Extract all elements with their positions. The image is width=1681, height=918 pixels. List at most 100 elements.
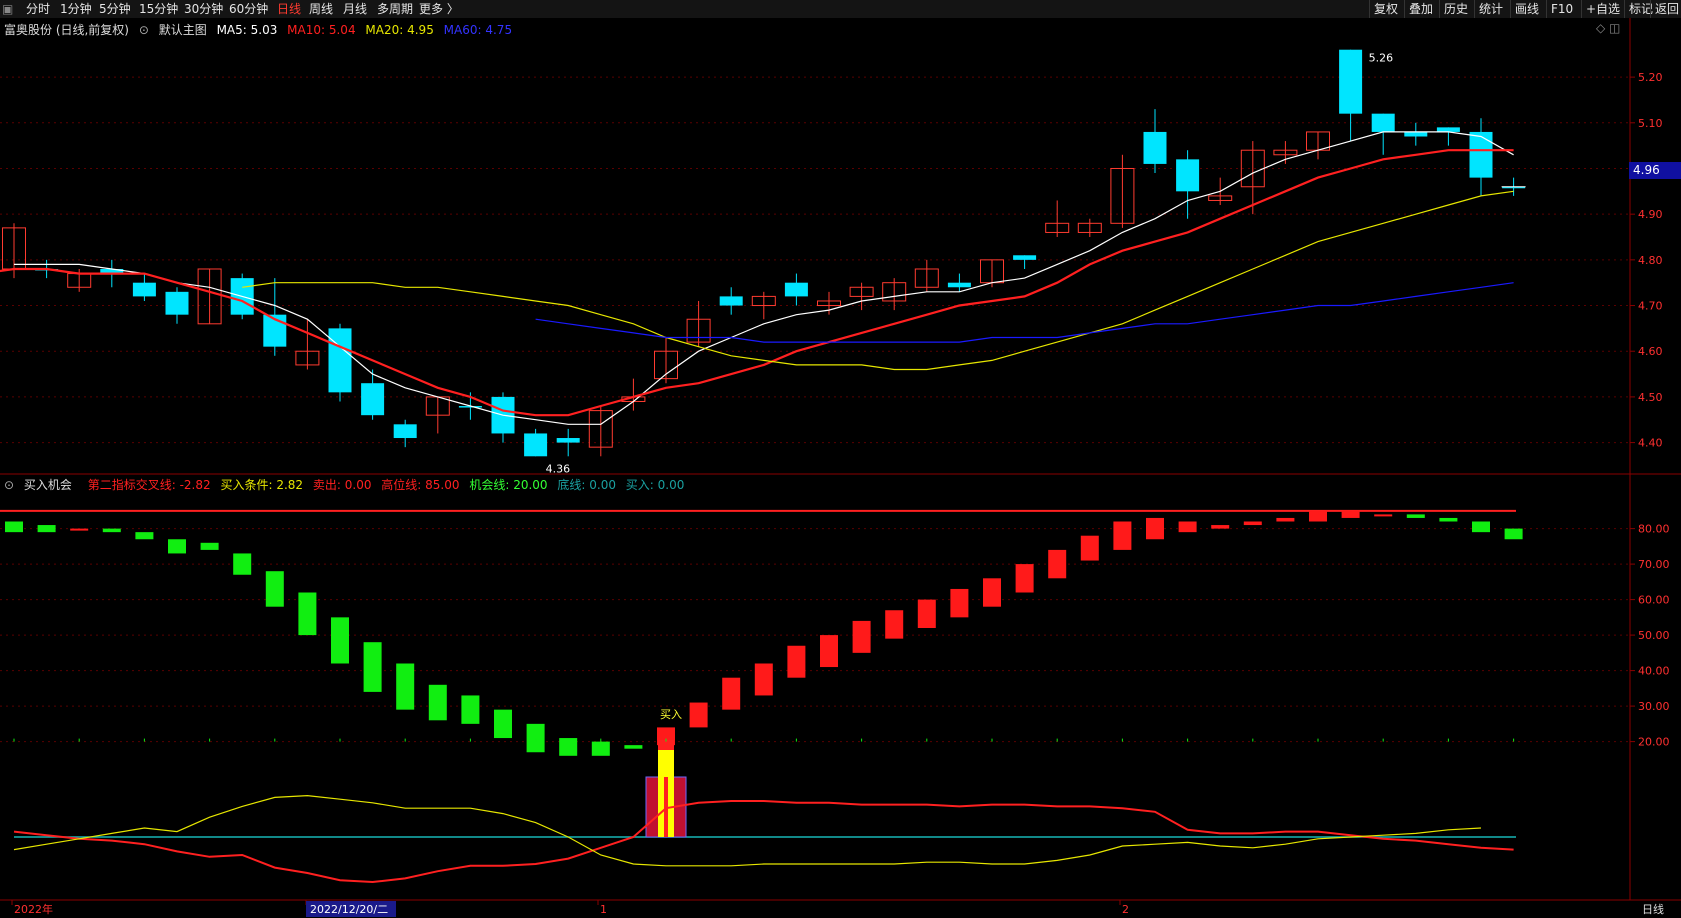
window-icons[interactable]: ◇ ◫ bbox=[1596, 21, 1620, 35]
ma10-label: MA10: 5.04 bbox=[287, 23, 356, 37]
indicator-bar bbox=[950, 588, 969, 618]
candle-body bbox=[1143, 131, 1167, 164]
y-tick-label: 40.00 bbox=[1638, 665, 1670, 678]
y-tick-label: 4.50 bbox=[1638, 391, 1663, 404]
indicator-bar bbox=[1341, 510, 1360, 518]
indicator-bar bbox=[1504, 528, 1523, 540]
indicator-bar bbox=[1276, 517, 1295, 522]
high-line-label: 高位线: 85.00 bbox=[381, 478, 460, 492]
candle-body bbox=[328, 328, 352, 393]
candle-body bbox=[1469, 131, 1493, 178]
y-tick-label: 4.80 bbox=[1638, 254, 1663, 267]
indicator-bar bbox=[820, 635, 838, 668]
ma-line-ma10 bbox=[0, 149, 1514, 417]
indicator-bar bbox=[1309, 510, 1327, 522]
sell-label: 卖出: 0.00 bbox=[312, 478, 372, 492]
ma-line-ma20 bbox=[242, 190, 1514, 371]
y-tick-label: 20.00 bbox=[1638, 736, 1670, 749]
indicator-bar bbox=[200, 542, 219, 550]
x-tick-label: 2 bbox=[1122, 903, 1129, 916]
y-tick-label: 4.60 bbox=[1638, 345, 1663, 358]
indicator-bar bbox=[787, 645, 806, 678]
indicator-bar bbox=[591, 741, 610, 756]
indicator-bar bbox=[102, 528, 121, 533]
indicator-bar bbox=[526, 723, 545, 753]
indicator-bar bbox=[1439, 517, 1458, 522]
indicator-bar bbox=[70, 528, 89, 531]
y-tick-label: 5.20 bbox=[1638, 71, 1663, 84]
buy-label: 买入: 0.00 bbox=[625, 478, 685, 492]
main-legend: 富奥股份 (日线,前复权) ⊙ 默认主图 MA5: 5.03 MA10: 5.0… bbox=[4, 21, 518, 38]
period-footer: 日线 bbox=[1642, 902, 1664, 916]
candle-body bbox=[1013, 255, 1037, 260]
x-cursor-label: 2022/12/20/二 bbox=[310, 903, 388, 916]
y-tick-label: 4.90 bbox=[1638, 208, 1663, 221]
candle-body bbox=[1371, 113, 1395, 132]
candle-body bbox=[947, 282, 971, 288]
y-tick-label: 80.00 bbox=[1638, 523, 1670, 536]
indicator-bar bbox=[722, 677, 741, 710]
ma-line-ma5 bbox=[14, 131, 1514, 425]
indicator-bar bbox=[168, 539, 186, 554]
chart-canvas: 4.404.504.604.704.804.905.005.105.205.26… bbox=[0, 18, 1681, 917]
y-tick-label: 60.00 bbox=[1638, 594, 1670, 607]
high-label: 5.26 bbox=[1369, 52, 1394, 65]
indicator-legend: ⊙ 买入机会 第二指标交叉线: -2.82 买入条件: 2.82 卖出: 0.0… bbox=[4, 476, 690, 493]
y-tick-label: 70.00 bbox=[1638, 558, 1670, 571]
indicator-bar bbox=[1243, 521, 1262, 526]
indicator-bar bbox=[396, 663, 415, 710]
template-name[interactable]: 默认主图 bbox=[159, 23, 207, 37]
y-tick-label: 4.70 bbox=[1638, 300, 1663, 313]
indicator-bar bbox=[233, 553, 252, 575]
indicator-bar bbox=[983, 578, 1001, 607]
candle-body bbox=[556, 438, 580, 443]
osc-line bbox=[13, 800, 1514, 884]
indicator-bar bbox=[135, 532, 154, 540]
candle-body bbox=[719, 296, 743, 306]
ma60-label: MA60: 4.75 bbox=[443, 23, 513, 37]
indicator-bar bbox=[852, 620, 871, 653]
indicator-bar bbox=[461, 695, 480, 724]
ma5-label: MA5: 5.03 bbox=[216, 23, 278, 37]
cross-line-label: 第二指标交叉线: -2.82 bbox=[87, 478, 211, 492]
y-tick-label: 50.00 bbox=[1638, 629, 1670, 642]
candle-body bbox=[132, 282, 156, 297]
candle-body bbox=[393, 424, 417, 439]
ma20-label: MA20: 4.95 bbox=[365, 23, 434, 37]
indicator-bar bbox=[1374, 514, 1393, 517]
y-tick-label: 30.00 bbox=[1638, 700, 1670, 713]
price-tag: 4.96 bbox=[1629, 162, 1681, 179]
indicator-bar bbox=[5, 521, 23, 533]
candle-body bbox=[524, 433, 548, 457]
indicator-bar bbox=[428, 684, 447, 721]
indicator-bar bbox=[1178, 521, 1197, 533]
indicator-bar bbox=[331, 617, 349, 664]
indicator-bar bbox=[885, 610, 904, 639]
indicator-bar bbox=[363, 642, 382, 692]
indicator-bar bbox=[1080, 535, 1099, 561]
stock-name[interactable]: 富奥股份 (日线,前复权) bbox=[4, 23, 129, 37]
indicator-toggle-icon[interactable]: ⊙ bbox=[4, 478, 14, 492]
indicator-bar bbox=[1015, 564, 1034, 593]
y-tick-label: 4.40 bbox=[1638, 437, 1663, 450]
buy-signal-label: 买入 bbox=[660, 708, 682, 721]
bottom-line-label: 底线: 0.00 bbox=[557, 478, 616, 492]
template-icon[interactable]: ⊙ bbox=[139, 23, 149, 37]
indicator-bar bbox=[624, 745, 643, 749]
indicator-bar bbox=[559, 738, 578, 756]
candle-body bbox=[1339, 49, 1363, 114]
indicator-bar bbox=[298, 592, 317, 636]
candle-body bbox=[784, 282, 808, 297]
ma-line-ma60 bbox=[535, 282, 1514, 343]
indicator-bar bbox=[1472, 521, 1490, 533]
x-tick-label: 1 bbox=[600, 903, 607, 916]
chance-line-label: 机会线: 20.00 bbox=[469, 478, 548, 492]
indicator-bar bbox=[1048, 549, 1067, 579]
indicator-bar bbox=[754, 663, 773, 696]
candle-body bbox=[1176, 159, 1200, 192]
indicator-name[interactable]: 买入机会 bbox=[24, 478, 72, 492]
candle-body bbox=[361, 383, 385, 416]
indicator-bar bbox=[265, 571, 284, 607]
low-label: 4.36 bbox=[546, 462, 571, 475]
indicator-bar bbox=[1406, 514, 1425, 518]
